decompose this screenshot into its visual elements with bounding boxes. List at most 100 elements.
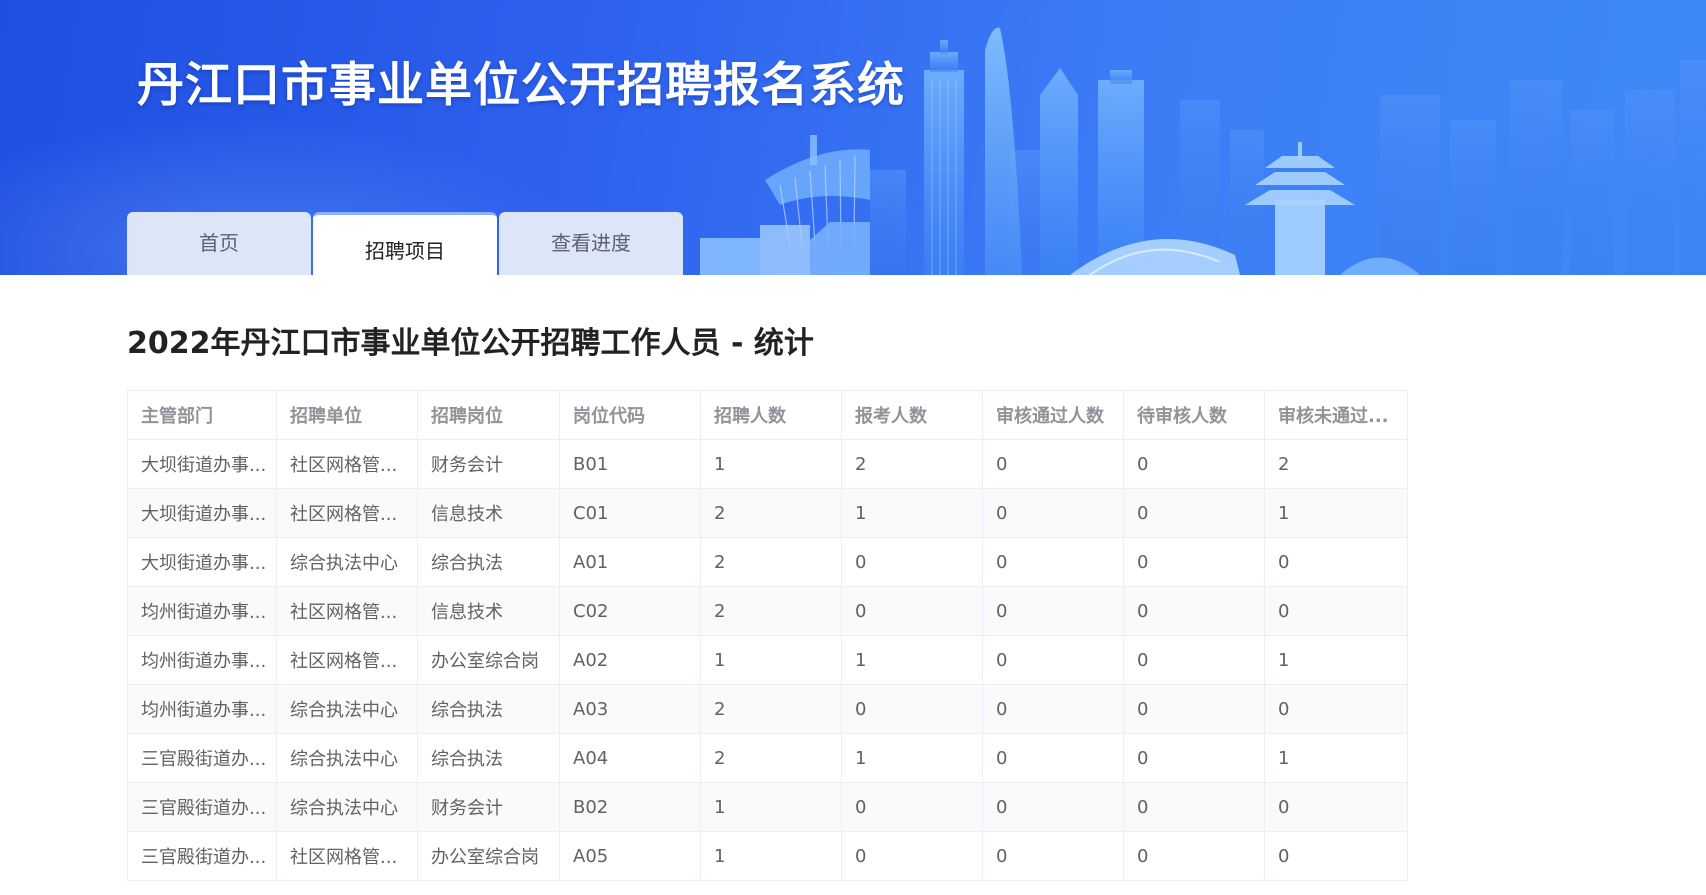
department-cell: 三官殿街道办... [127,831,277,881]
stats-table-container: 主管部门 招聘单位 招聘岗位 岗位代码 招聘人数 报考人数 审核通过人数 待审核… [127,390,1408,881]
applicants-cell: 1 [841,488,983,538]
position-cell: 办公室综合岗 [417,831,560,881]
department-cell: 大坝街道办事... [127,488,277,538]
unit-cell: 社区网格管... [276,586,418,636]
department-cell: 大坝街道办事... [127,537,277,587]
pending-cell: 0 [1123,439,1265,489]
page: 丹江口市事业单位公开招聘报名系统 首页 招聘项目 查看进度 2022年丹江口市事… [0,0,1706,895]
position-cell: 信息技术 [417,586,560,636]
openings-cell: 2 [700,684,842,734]
openings-cell: 2 [700,733,842,783]
unit-cell: 综合执法中心 [276,684,418,734]
pending-cell: 0 [1123,537,1265,587]
column-header: 招聘单位 [276,390,418,440]
approved-cell: 0 [982,635,1124,685]
table-row: 三官殿街道办... 社区网格管... 办公室综合岗 A05 1 0 0 0 0 [127,831,1408,881]
column-header: 主管部门 [127,390,277,440]
table-header-row: 主管部门 招聘单位 招聘岗位 岗位代码 招聘人数 报考人数 审核通过人数 待审核… [127,390,1408,440]
table-body: 大坝街道办事... 社区网格管... 财务会计 B01 1 2 0 0 2 大坝街道办事... 社区… [127,439,1408,881]
tab-home[interactable]: 首页 [127,212,311,275]
table-row: 大坝街道办事... 社区网格管... 财务会计 B01 1 2 0 0 2 [127,439,1408,489]
rejected-cell: 0 [1264,586,1408,636]
approved-cell: 0 [982,537,1124,587]
position-cell: 财务会计 [417,439,560,489]
rejected-cell: 0 [1264,782,1408,832]
position-code-cell: A01 [559,537,701,587]
applicants-cell: 0 [841,586,983,636]
position-code-cell: B01 [559,439,701,489]
position-code-cell: A03 [559,684,701,734]
position-cell: 综合执法 [417,733,560,783]
rejected-cell: 0 [1264,684,1408,734]
openings-cell: 1 [700,439,842,489]
applicants-cell: 0 [841,782,983,832]
stats-table: 主管部门 招聘单位 招聘岗位 岗位代码 招聘人数 报考人数 审核通过人数 待审核… [127,390,1408,881]
tab-check-progress[interactable]: 查看进度 [499,212,683,275]
approved-cell: 0 [982,439,1124,489]
table-row: 大坝街道办事... 社区网格管... 信息技术 C01 2 1 0 0 1 [127,488,1408,538]
rejected-cell: 0 [1264,831,1408,881]
department-cell: 均州街道办事... [127,586,277,636]
pending-cell: 0 [1123,586,1265,636]
openings-cell: 1 [700,635,842,685]
approved-cell: 0 [982,782,1124,832]
unit-cell: 社区网格管... [276,488,418,538]
table-row: 均州街道办事... 社区网格管... 信息技术 C02 2 0 0 0 0 [127,586,1408,636]
openings-cell: 1 [700,782,842,832]
position-cell: 财务会计 [417,782,560,832]
tab-recruitment-projects[interactable]: 招聘项目 [313,212,497,275]
position-code-cell: A04 [559,733,701,783]
position-code-cell: C01 [559,488,701,538]
openings-cell: 2 [700,586,842,636]
rejected-cell: 1 [1264,635,1408,685]
applicants-cell: 1 [841,635,983,685]
approved-cell: 0 [982,831,1124,881]
pending-cell: 0 [1123,635,1265,685]
unit-cell: 综合执法中心 [276,782,418,832]
applicants-cell: 0 [841,831,983,881]
table-row: 均州街道办事... 社区网格管... 办公室综合岗 A02 1 1 0 0 1 [127,635,1408,685]
table-row: 均州街道办事... 综合执法中心 综合执法 A03 2 0 0 0 0 [127,684,1408,734]
header-banner: 丹江口市事业单位公开招聘报名系统 首页 招聘项目 查看进度 [0,0,1706,275]
applicants-cell: 2 [841,439,983,489]
department-cell: 大坝街道办事... [127,439,277,489]
unit-cell: 社区网格管... [276,831,418,881]
approved-cell: 0 [982,586,1124,636]
pending-cell: 0 [1123,831,1265,881]
department-cell: 均州街道办事... [127,635,277,685]
table-row: 三官殿街道办... 综合执法中心 财务会计 B02 1 0 0 0 0 [127,782,1408,832]
unit-cell: 综合执法中心 [276,733,418,783]
approved-cell: 0 [982,733,1124,783]
rejected-cell: 2 [1264,439,1408,489]
unit-cell: 社区网格管... [276,439,418,489]
column-header: 审核通过人数 [982,390,1124,440]
pending-cell: 0 [1123,684,1265,734]
department-cell: 三官殿街道办... [127,733,277,783]
openings-cell: 1 [700,831,842,881]
site-title: 丹江口市事业单位公开招聘报名系统 [137,58,905,113]
column-header: 招聘人数 [700,390,842,440]
applicants-cell: 1 [841,733,983,783]
column-header: 招聘岗位 [417,390,560,440]
openings-cell: 2 [700,537,842,587]
position-cell: 综合执法 [417,684,560,734]
department-cell: 三官殿街道办... [127,782,277,832]
position-cell: 综合执法 [417,537,560,587]
department-cell: 均州街道办事... [127,684,277,734]
rejected-cell: 1 [1264,488,1408,538]
approved-cell: 0 [982,684,1124,734]
position-code-cell: A05 [559,831,701,881]
pending-cell: 0 [1123,488,1265,538]
rejected-cell: 1 [1264,733,1408,783]
position-cell: 信息技术 [417,488,560,538]
position-code-cell: B02 [559,782,701,832]
column-header: 审核未通过... [1264,390,1408,440]
column-header: 岗位代码 [559,390,701,440]
openings-cell: 2 [700,488,842,538]
unit-cell: 社区网格管... [276,635,418,685]
table-row: 大坝街道办事... 综合执法中心 综合执法 A01 2 0 0 0 0 [127,537,1408,587]
position-cell: 办公室综合岗 [417,635,560,685]
pending-cell: 0 [1123,782,1265,832]
position-code-cell: C02 [559,586,701,636]
approved-cell: 0 [982,488,1124,538]
